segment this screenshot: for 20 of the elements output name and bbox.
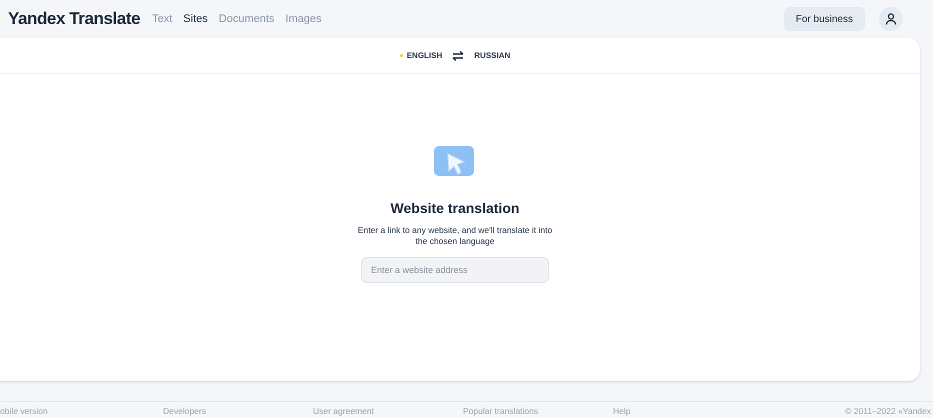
nav-tab[interactable]: Documents bbox=[218, 10, 274, 28]
footer-link[interactable]: Popular translations bbox=[463, 405, 613, 418]
website-address-field[interactable]: Enter a website address bbox=[361, 257, 549, 283]
footer-link[interactable]: Help bbox=[613, 405, 763, 418]
footer-link[interactable]: Developers bbox=[163, 405, 313, 418]
footer-link[interactable]: obile version bbox=[0, 405, 163, 418]
logo[interactable]: Yandex Translate bbox=[8, 6, 140, 32]
description: Enter a link to any website, and we'll translate it into the chosen language bbox=[356, 225, 554, 247]
nav-tab[interactable]: Images bbox=[285, 10, 322, 28]
language-button[interactable]: ENGLISH bbox=[400, 50, 442, 62]
footer-link[interactable]: User agreement bbox=[313, 405, 463, 418]
language-button[interactable]: RUSSIAN bbox=[474, 50, 510, 62]
nav-tab[interactable]: Text bbox=[152, 10, 172, 28]
user-icon bbox=[885, 13, 897, 25]
swap-icon[interactable] bbox=[452, 50, 464, 60]
copyright: © 2011–2022 «Yandex bbox=[845, 405, 931, 418]
page-title: Website translation bbox=[390, 199, 520, 218]
nav-tab[interactable]: Sites bbox=[183, 10, 208, 28]
profile-button[interactable] bbox=[879, 7, 903, 31]
business-button[interactable]: For business bbox=[784, 7, 865, 31]
